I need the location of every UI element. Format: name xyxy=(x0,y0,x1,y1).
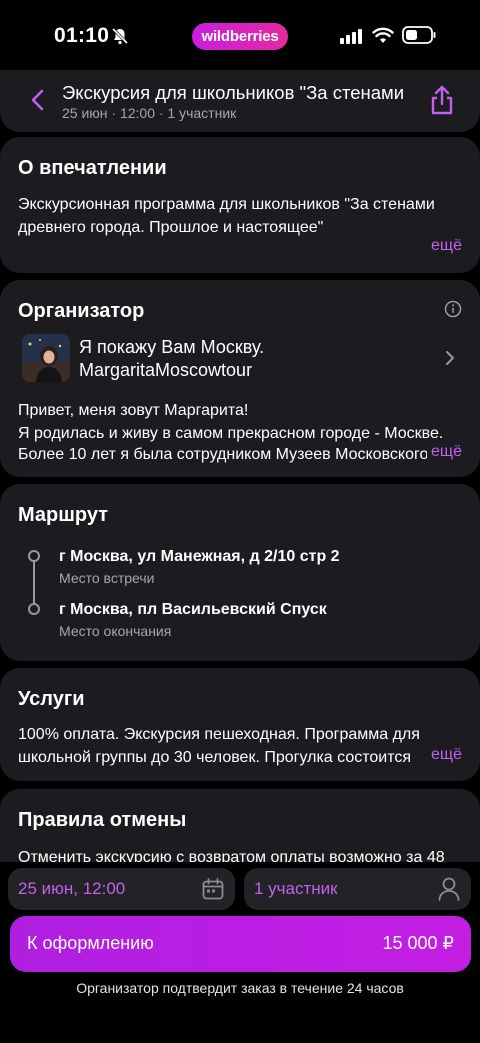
brand-logo: wildberries xyxy=(192,23,288,50)
status-time: 01:10 xyxy=(54,24,110,47)
route-end-address: г Москва, пл Васильевский Спуск xyxy=(59,601,327,618)
participants-field[interactable]: 1 участник xyxy=(244,868,471,910)
about-card: О впечатлении Экскурсионная программа дл… xyxy=(0,137,480,273)
services-card: Услуги 100% оплата. Экскурсия пешеходная… xyxy=(0,668,480,781)
date-field[interactable]: 25 июн, 12:00 xyxy=(8,868,235,910)
checkout-price: 15 000 ₽ xyxy=(382,933,454,953)
page-subtitle: 25 июн · 12:00 · 1 участник xyxy=(62,105,237,121)
organizer-card: Организатор Я покажу Вам Москву. Margari… xyxy=(0,280,480,477)
organizer-name-line1[interactable]: Я покажу Вам Москву. xyxy=(79,337,264,358)
cancel-title: Правила отмены xyxy=(18,809,187,831)
participants-value: 1 участник xyxy=(254,879,338,898)
organizer-bio-line1: Привет, меня зовут Маргарита! xyxy=(18,402,249,419)
status-bar: 01:10 wildberries xyxy=(0,0,480,70)
about-title: О впечатлении xyxy=(18,157,167,179)
wifi-icon xyxy=(372,27,394,43)
route-start-dot xyxy=(28,550,40,562)
services-more-link[interactable]: ещё xyxy=(427,746,462,764)
services-title: Услуги xyxy=(18,688,85,710)
checkout-button[interactable]: К оформлению 15 000 ₽ xyxy=(10,916,471,972)
about-more-link[interactable]: ещё xyxy=(427,237,462,255)
booking-panel: 25 июн, 12:00 1 участник К оформлению 15… xyxy=(0,862,480,1043)
route-line xyxy=(33,560,35,604)
organizer-more-link[interactable]: ещё xyxy=(427,443,462,461)
organizer-bio-line2: Я родилась и живу в самом прекрасном гор… xyxy=(18,425,444,442)
route-end-label: Место окончания xyxy=(59,623,172,639)
top-header: Экскурсия для школьников "За стенами 25 … xyxy=(0,70,480,132)
confirmation-note: Организатор подтвердит заказ в течение 2… xyxy=(76,980,404,996)
share-icon[interactable] xyxy=(428,84,456,116)
info-icon[interactable] xyxy=(444,300,462,318)
battery-icon xyxy=(402,26,436,44)
person-icon xyxy=(438,877,460,901)
checkout-label: К оформлению xyxy=(27,933,154,953)
route-card: Маршрут г Москва, ул Манежная, д 2/10 ст… xyxy=(0,484,480,661)
back-arrow-icon[interactable] xyxy=(28,88,48,112)
bell-muted-icon xyxy=(111,27,129,45)
route-end-dot xyxy=(28,603,40,615)
organizer-bio-line3: Более 10 лет я была сотрудником Музеев М… xyxy=(18,446,429,463)
calendar-icon xyxy=(202,878,224,900)
route-title: Маршрут xyxy=(18,504,109,526)
organizer-name-line2[interactable]: MargaritaMoscowtour xyxy=(79,360,252,381)
route-start-label: Место встречи xyxy=(59,570,155,586)
organizer-avatar[interactable] xyxy=(22,334,70,382)
services-line2: школьной группы до 30 человек. Прогулка … xyxy=(18,749,412,766)
route-start-address: г Москва, ул Манежная, д 2/10 стр 2 xyxy=(59,548,340,565)
organizer-title: Организатор xyxy=(18,300,145,322)
date-value: 25 июн, 12:00 xyxy=(18,879,126,898)
services-line1: 100% оплата. Экскурсия пешеходная. Прогр… xyxy=(18,726,420,743)
page-title: Экскурсия для школьников "За стенами xyxy=(62,82,405,103)
cellular-signal-icon xyxy=(340,29,362,44)
about-text: Экскурсионная программа для школьников "… xyxy=(18,196,435,236)
chevron-right-icon[interactable] xyxy=(444,350,456,366)
